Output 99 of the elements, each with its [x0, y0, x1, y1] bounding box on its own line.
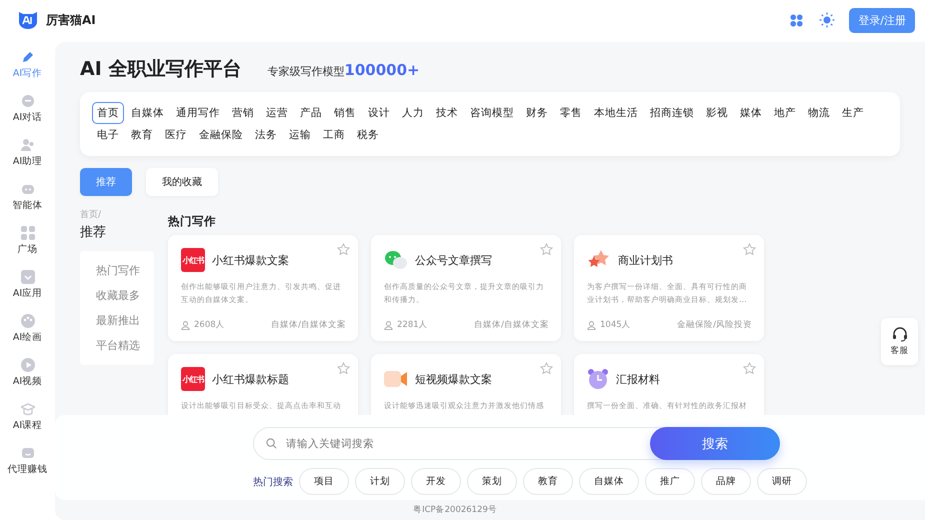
category-tab[interactable]: 设计	[363, 102, 395, 124]
user-count: 2608人	[194, 319, 225, 331]
category-tab[interactable]: 税务	[352, 124, 384, 146]
star-icon[interactable]	[743, 362, 756, 375]
hot-search-tag[interactable]: 计划	[355, 468, 405, 495]
sidebar-item[interactable]: AI课程	[0, 402, 55, 446]
user-count: 1045人	[600, 319, 631, 331]
star-icon[interactable]	[337, 362, 350, 375]
category-tab[interactable]: 影视	[701, 102, 733, 124]
page-title: AI 全职业写作平台	[80, 57, 242, 82]
user-count: 2281人	[397, 319, 428, 331]
chat-bubbles-icon	[384, 249, 408, 271]
graduation-cap-icon	[20, 402, 34, 416]
star-icon[interactable]	[743, 243, 756, 256]
category-tab[interactable]: 金融保险	[194, 124, 248, 146]
customer-service-button[interactable]: 客服	[881, 318, 918, 365]
user-icon	[384, 320, 393, 330]
filter-item[interactable]: 平台精选	[96, 338, 154, 353]
hot-search-label: 热门搜索	[253, 476, 293, 488]
people-icon	[20, 138, 34, 152]
sidebar-item[interactable]: AI助理	[0, 138, 55, 182]
sidebar-item[interactable]: AI绘画	[0, 314, 55, 358]
card-title: 公众号文章撰写	[415, 252, 492, 268]
headset-icon	[892, 326, 908, 342]
palette-icon	[20, 314, 34, 328]
hot-search-tag[interactable]: 开发	[411, 468, 461, 495]
category-tab[interactable]: 财务	[521, 102, 553, 124]
category-tab[interactable]: 技术	[431, 102, 463, 124]
category-tab[interactable]: 物流	[803, 102, 835, 124]
category-tab[interactable]: 产品	[295, 102, 327, 124]
filter-item[interactable]: 收藏最多	[96, 288, 154, 303]
star-icon[interactable]	[540, 243, 553, 256]
card-title: 小红书爆款文案	[212, 252, 289, 268]
alarm-clock-icon	[587, 368, 609, 390]
category-tab[interactable]: 首页	[92, 102, 124, 124]
brand-name: 厉害猫AI	[46, 12, 97, 28]
tab[interactable]: 我的收藏	[146, 168, 218, 196]
grid-icon	[20, 226, 34, 240]
category-tab[interactable]: 电子	[92, 124, 124, 146]
video-camera-icon	[384, 370, 408, 388]
card-category: 自媒体/自媒体文案	[271, 319, 346, 331]
category-tab[interactable]: 运输	[284, 124, 316, 146]
category-tab[interactable]: 教育	[126, 124, 158, 146]
sidebar-item[interactable]: 智能体	[0, 182, 55, 226]
card-title: 商业计划书	[618, 252, 673, 268]
search-button[interactable]: 搜索	[650, 427, 780, 460]
logo-icon	[18, 10, 38, 30]
hot-search-tag[interactable]: 调研	[757, 468, 807, 495]
category-tab[interactable]: 法务	[250, 124, 282, 146]
filter-item[interactable]: 最新推出	[96, 313, 154, 328]
robot-icon	[20, 182, 34, 196]
category-tab[interactable]: 销售	[329, 102, 361, 124]
apps-icon[interactable]	[790, 14, 804, 26]
category-tab[interactable]: 通用写作	[171, 102, 225, 124]
category-tab[interactable]: 咨询模型	[465, 102, 519, 124]
model-count: 专家级写作模型100000+	[267, 61, 420, 79]
sidebar-item[interactable]: AI对话	[0, 94, 55, 138]
user-icon	[181, 320, 190, 330]
app-logo: 小红书	[181, 248, 205, 272]
star-icon[interactable]	[337, 243, 350, 256]
category-tab[interactable]: 地产	[769, 102, 801, 124]
section-heading: 热门写作	[168, 214, 217, 229]
hot-search-tag[interactable]: 教育	[523, 468, 573, 495]
hot-search-tag[interactable]: 品牌	[701, 468, 751, 495]
card-category: 金融保险/风险投资	[677, 319, 752, 331]
card-title: 汇报材料	[616, 372, 660, 386]
hot-search-tag[interactable]: 推广	[645, 468, 695, 495]
category-tab[interactable]: 生产	[837, 102, 869, 124]
category-tab[interactable]: 人力	[397, 102, 429, 124]
category-tab[interactable]: 自媒体	[126, 102, 169, 124]
search-field[interactable]: 请输入关键词搜索 搜索	[253, 427, 780, 460]
filter-item[interactable]: 热门写作	[96, 263, 154, 278]
category-tab[interactable]: 零售	[555, 102, 587, 124]
card-title: 短视频爆款文案	[415, 372, 492, 386]
category-tab[interactable]: 招商连锁	[645, 102, 699, 124]
sun-icon[interactable]	[819, 12, 836, 28]
section-title: 推荐	[80, 224, 107, 241]
category-tab[interactable]: 运营	[261, 102, 293, 124]
hot-search-tag[interactable]: 策划	[467, 468, 517, 495]
category-tab[interactable]: 营销	[227, 102, 259, 124]
play-icon	[20, 358, 34, 372]
pen-icon	[20, 50, 34, 64]
sidebar-item[interactable]: AI视频	[0, 358, 55, 402]
sidebar-item[interactable]: AI应用	[0, 270, 55, 314]
app-logo: 小红书	[181, 367, 205, 391]
star-icon[interactable]	[540, 362, 553, 375]
category-tab[interactable]: 媒体	[735, 102, 767, 124]
sidebar-item[interactable]: 广场	[0, 226, 55, 270]
sidebar-item[interactable]: 代理赚钱	[0, 446, 55, 490]
category-tab[interactable]: 工商	[318, 124, 350, 146]
search-icon	[266, 438, 277, 449]
hot-search-tag[interactable]: 项目	[299, 468, 349, 495]
user-icon	[587, 320, 596, 330]
card-title: 小红书爆款标题	[212, 372, 289, 386]
card-category: 自媒体/自媒体文案	[474, 319, 549, 331]
smile-icon	[20, 446, 34, 460]
hot-search-tag[interactable]: 自媒体	[579, 468, 639, 495]
category-tab[interactable]: 医疗	[160, 124, 192, 146]
category-tab[interactable]: 本地生活	[589, 102, 643, 124]
